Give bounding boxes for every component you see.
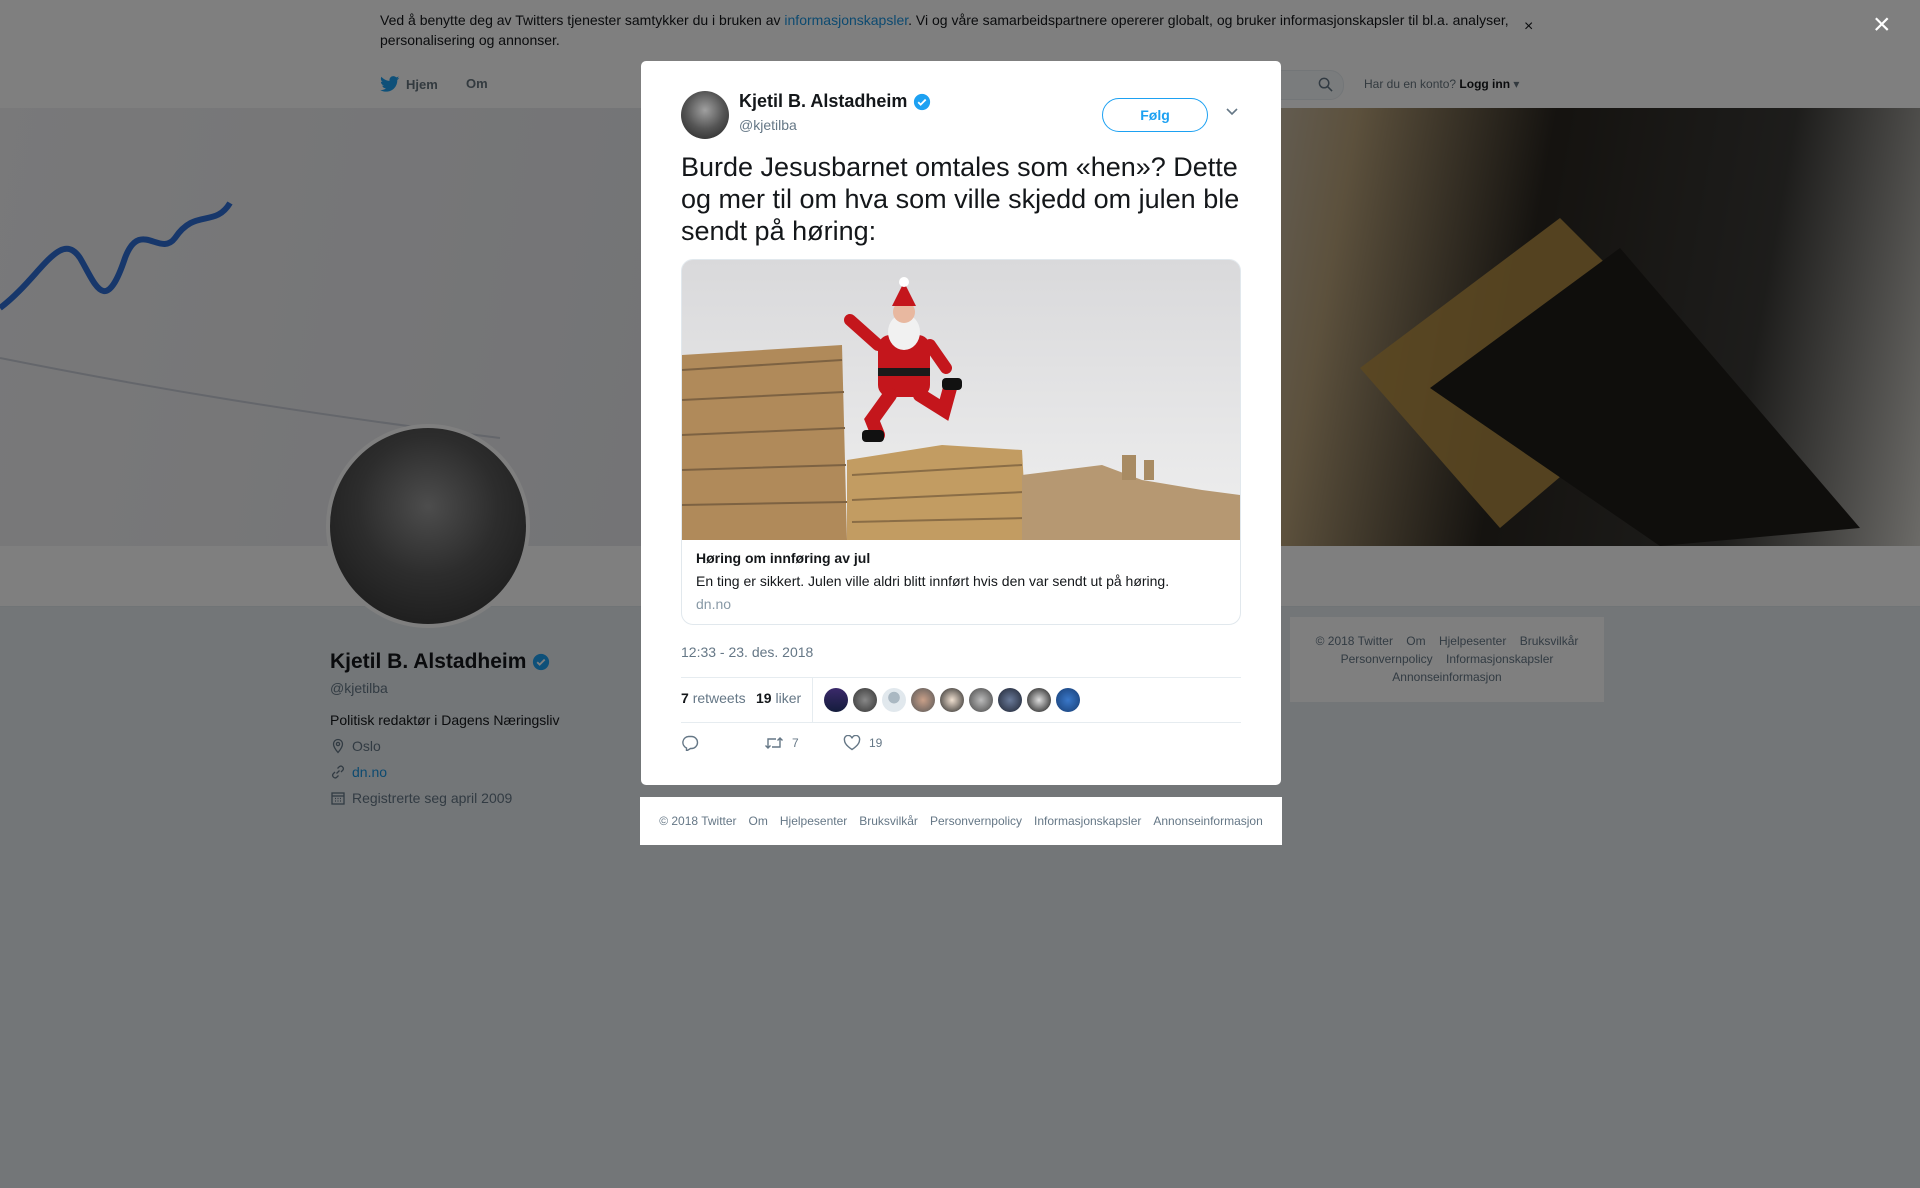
liker-avatars (824, 688, 1080, 712)
link-card[interactable]: Høring om innføring av jul En ting er si… (681, 259, 1241, 625)
stats-divider (812, 678, 813, 722)
tweet-author-name[interactable]: Kjetil B. Alstadheim (739, 91, 931, 112)
tweet-author-handle[interactable]: @kjetilba (739, 117, 797, 133)
retweet-count[interactable]: 7 retweets (681, 690, 746, 706)
liker-avatar[interactable] (911, 688, 935, 712)
tweet-timestamp[interactable]: 12:33 - 23. des. 2018 (681, 644, 813, 660)
liker-avatar[interactable] (1056, 688, 1080, 712)
liker-avatar[interactable] (824, 688, 848, 712)
verified-badge-icon (914, 93, 931, 110)
heart-icon (843, 735, 861, 751)
tweet-stats: 7 retweets 19 liker (681, 677, 1241, 723)
reply-icon (682, 735, 699, 751)
footer-link[interactable]: Personvernpolicy (930, 814, 1022, 828)
follow-button[interactable]: Følg (1102, 98, 1208, 132)
liker-avatar[interactable] (882, 688, 906, 712)
card-title: Høring om innføring av jul (696, 550, 871, 566)
overlay-close-button[interactable]: × (1873, 10, 1891, 40)
footer-link[interactable]: Hjelpesenter (780, 814, 847, 828)
tweet-text: Burde Jesusbarnet omtales som «hen»? Det… (681, 152, 1240, 246)
tweet-author-avatar[interactable] (681, 91, 729, 139)
tweet-modal: Kjetil B. Alstadheim @kjetilba Følg Burd… (641, 61, 1281, 785)
tweet-actions: 7 19 (681, 735, 981, 755)
retweet-button[interactable]: 7 (764, 735, 799, 751)
footer-link[interactable]: Bruksvilkår (859, 814, 918, 828)
liker-avatar[interactable] (853, 688, 877, 712)
retweet-icon (765, 737, 783, 749)
footer-link[interactable]: © 2018 Twitter (659, 814, 736, 828)
like-button[interactable]: 19 (843, 735, 882, 751)
footer-link[interactable]: Annonseinformasjon (1153, 814, 1262, 828)
reply-button[interactable] (681, 735, 699, 751)
liker-avatar[interactable] (940, 688, 964, 712)
like-count[interactable]: 19 liker (756, 690, 801, 706)
chevron-down-icon[interactable] (1225, 107, 1239, 117)
footer-link[interactable]: Om (749, 814, 768, 828)
footer-link[interactable]: Informasjonskapsler (1034, 814, 1141, 828)
card-description: En ting er sikkert. Julen ville aldri bl… (696, 573, 1170, 589)
card-domain: dn.no (696, 596, 732, 612)
card-image (682, 260, 1240, 540)
liker-avatar[interactable] (998, 688, 1022, 712)
modal-footer: © 2018 Twitter Om Hjelpesenter Bruksvilk… (640, 797, 1282, 845)
liker-avatar[interactable] (1027, 688, 1051, 712)
liker-avatar[interactable] (969, 688, 993, 712)
